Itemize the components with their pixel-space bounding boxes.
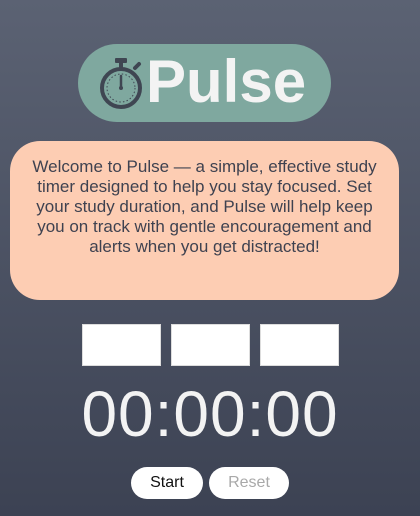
duration-inputs xyxy=(82,324,339,366)
minutes-input[interactable] xyxy=(171,324,250,366)
timer-display: 00:00:00 xyxy=(81,378,339,450)
welcome-message: Welcome to Pulse — a simple, effective s… xyxy=(10,141,399,300)
seconds-input[interactable] xyxy=(260,324,339,366)
app-title: Pulse xyxy=(146,48,307,115)
start-button[interactable]: Start xyxy=(131,467,203,499)
reset-button[interactable]: Reset xyxy=(209,467,289,499)
timer-controls: Start Reset xyxy=(131,467,289,499)
stopwatch-icon xyxy=(100,58,142,109)
app-logo: Pulse xyxy=(78,44,331,122)
hours-input[interactable] xyxy=(82,324,161,366)
welcome-text: Welcome to Pulse — a simple, effective s… xyxy=(32,157,377,256)
